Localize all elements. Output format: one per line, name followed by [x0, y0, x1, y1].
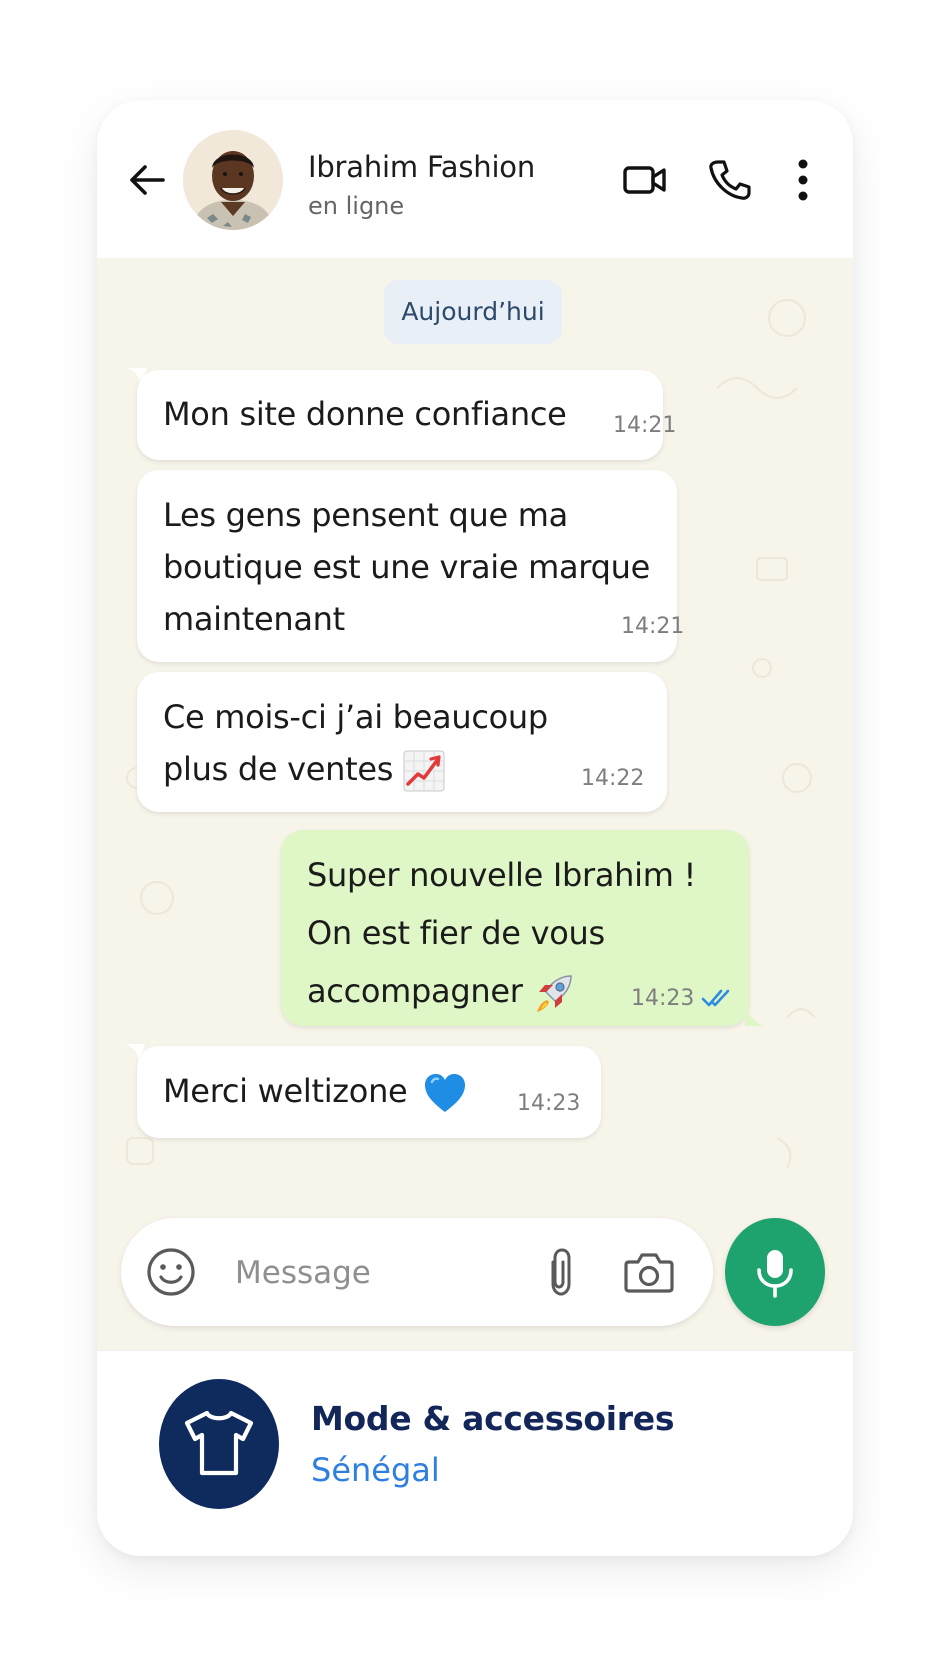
camera-icon[interactable]: [623, 1248, 675, 1296]
tshirt-icon: [184, 1410, 254, 1476]
message-text-line: Merci weltizone: [163, 1064, 467, 1118]
message-text: boutique est une vraie marque: [163, 548, 650, 586]
message-time: 14:21: [621, 614, 685, 639]
avatar-photo: [183, 130, 283, 230]
contact-status: en ligne: [308, 192, 405, 220]
more-options-icon[interactable]: [777, 156, 829, 204]
message-time: 14:23: [631, 986, 695, 1011]
message-text-line: plus de ventes: [163, 742, 445, 796]
message-bubble-outgoing[interactable]: Super nouvelle Ibrahim ! On est fier de …: [281, 830, 749, 1026]
message-text: Les gens pensent que ma: [163, 496, 568, 534]
message-bubble-incoming[interactable]: Mon site donne confiance 14:21: [137, 370, 676, 460]
blue-heart-icon: [425, 1074, 466, 1112]
message-time: 14:23: [517, 1091, 581, 1116]
message-text: accompagner: [307, 972, 523, 1010]
category-badge: [159, 1379, 279, 1509]
message-text: Merci weltizone: [163, 1072, 408, 1110]
message-bubble-incoming[interactable]: Les gens pensent que ma boutique est une…: [137, 470, 684, 662]
phone-card: Ibrahim Fashion en ligne Aujourd’hui Mon…: [97, 100, 853, 1556]
bubble-tail: [745, 1006, 763, 1026]
message-time: 14:21: [613, 413, 677, 438]
back-arrow-icon[interactable]: [125, 158, 169, 202]
message-text: Super nouvelle Ibrahim !: [307, 856, 696, 894]
message-text: plus de ventes: [163, 750, 394, 788]
message-text-line: accompagner: [307, 964, 575, 1018]
rocket-icon: [536, 975, 572, 1012]
phone-call-icon[interactable]: [705, 156, 753, 204]
message-bubble-incoming[interactable]: Ce mois-ci j’ai beaucoup plus de ventes …: [137, 672, 667, 812]
message-bubble-incoming[interactable]: Merci weltizone 14:23: [137, 1046, 601, 1138]
video-call-icon[interactable]: [621, 156, 669, 204]
message-text: On est fier de vous: [307, 914, 605, 952]
attach-icon[interactable]: [539, 1246, 583, 1298]
chat-area[interactable]: Aujourd’hui Mon site donne confiance 14:…: [97, 258, 853, 1350]
voice-record-button[interactable]: [725, 1218, 825, 1326]
message-time: 14:22: [581, 766, 645, 791]
chat-header: Ibrahim Fashion en ligne: [97, 100, 853, 259]
business-footer: Mode & accessoires Sénégal: [97, 1350, 853, 1556]
date-separator: Aujourd’hui: [384, 280, 562, 344]
microphone-icon: [757, 1250, 793, 1298]
message-text: maintenant: [163, 600, 345, 638]
avatar[interactable]: [183, 130, 283, 230]
message-composer: [121, 1218, 713, 1326]
business-category: Mode & accessoires: [311, 1399, 675, 1438]
read-receipt-icon: [701, 989, 730, 1007]
business-country: Sénégal: [311, 1451, 440, 1489]
emoji-icon[interactable]: [145, 1246, 197, 1298]
message-text: Mon site donne confiance: [163, 395, 567, 433]
chart-increasing-icon: [403, 750, 445, 792]
message-text: Ce mois-ci j’ai beaucoup: [163, 698, 548, 736]
contact-name[interactable]: Ibrahim Fashion: [308, 150, 535, 184]
message-input[interactable]: [233, 1244, 517, 1302]
